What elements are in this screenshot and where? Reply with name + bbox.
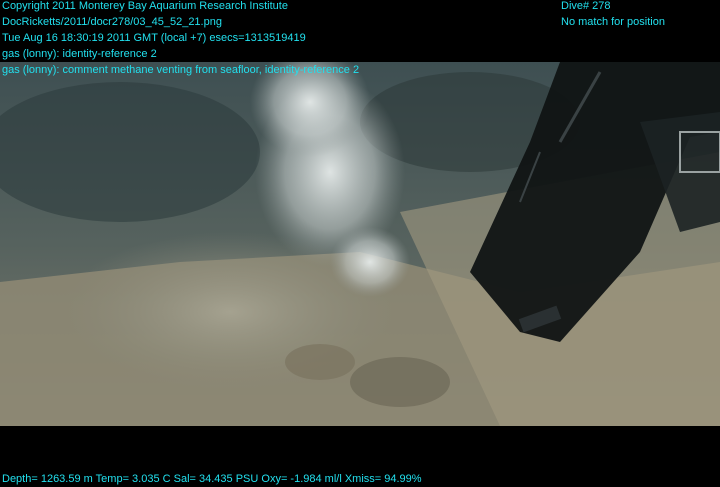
identity-line: gas (lonny): identity-reference 2: [2, 48, 157, 60]
dive-number: Dive# 278: [561, 0, 611, 12]
rock: [285, 344, 355, 380]
comment-line: gas (lonny): comment methane venting fro…: [2, 64, 360, 76]
dive-info: Dive# 278 No match for position: [561, 0, 665, 30]
header-annotation: Copyright 2011 Monterey Bay Aquarium Res…: [2, 0, 359, 78]
seafloor-video-frame: [0, 62, 720, 426]
timestamp-line: Tue Aug 16 18:30:19 2011 GMT (local +7) …: [2, 32, 306, 44]
position-status: No match for position: [561, 16, 665, 28]
copyright-line: Copyright 2011 Monterey Bay Aquarium Res…: [2, 0, 288, 12]
rock: [350, 357, 450, 407]
telemetry-readout: Depth= 1263.59 m Temp= 3.035 C Sal= 34.4…: [2, 473, 422, 485]
image-path-line: DocRicketts/2011/docr278/03_45_52_21.png: [2, 16, 222, 28]
